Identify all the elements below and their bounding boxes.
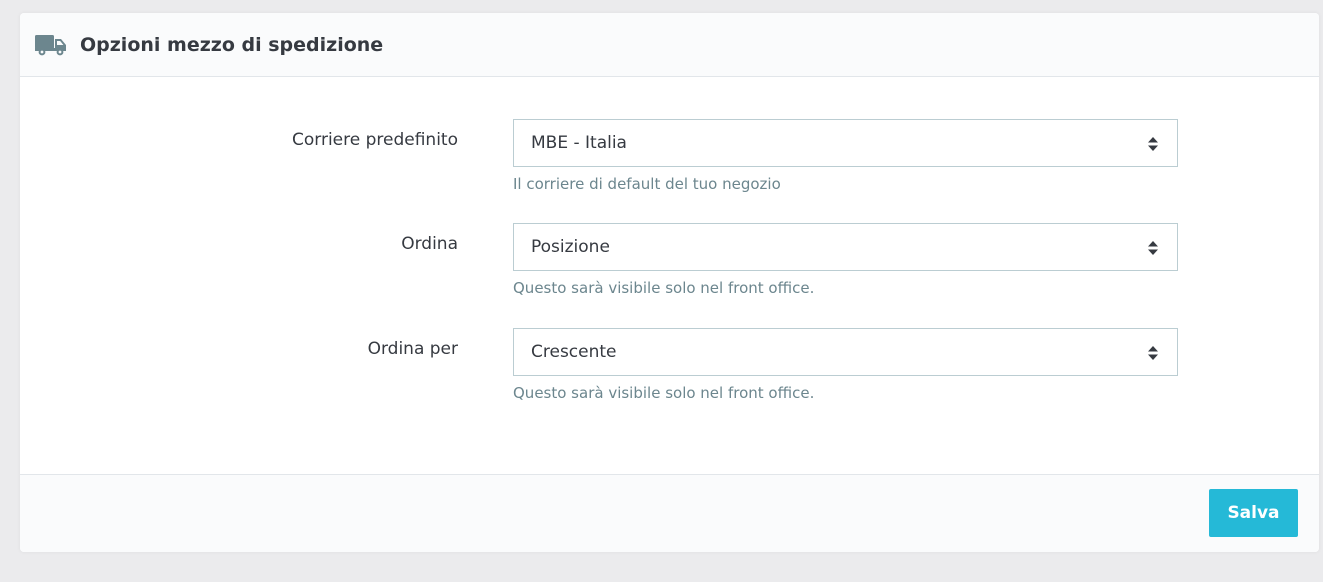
default-carrier-value: MBE - Italia	[531, 133, 627, 153]
order-by-value: Crescente	[531, 342, 617, 362]
order-select[interactable]: Posizione	[513, 223, 1178, 271]
order-by-label: Ordina per	[367, 339, 458, 359]
order-value: Posizione	[531, 237, 610, 257]
order-help: Questo sarà visibile solo nel front offi…	[513, 279, 815, 297]
order-by-help: Questo sarà visibile solo nel front offi…	[513, 384, 815, 402]
order-label: Ordina	[401, 234, 458, 254]
panel-footer: Salva	[20, 474, 1319, 552]
sort-arrows-icon	[1147, 240, 1159, 256]
carrier-options-panel: Opzioni mezzo di spedizione Corriere pre…	[20, 13, 1319, 552]
order-by-select[interactable]: Crescente	[513, 328, 1178, 376]
panel-header: Opzioni mezzo di spedizione	[20, 13, 1319, 77]
truck-icon	[35, 34, 67, 56]
default-carrier-label: Corriere predefinito	[292, 130, 458, 150]
panel-title: Opzioni mezzo di spedizione	[80, 33, 384, 56]
save-button[interactable]: Salva	[1209, 489, 1298, 537]
panel-body: Corriere predefinito MBE - Italia Il cor…	[20, 77, 1319, 474]
default-carrier-select[interactable]: MBE - Italia	[513, 119, 1178, 167]
sort-arrows-icon	[1147, 345, 1159, 361]
default-carrier-help: Il corriere di default del tuo negozio	[513, 175, 781, 193]
sort-arrows-icon	[1147, 136, 1159, 152]
